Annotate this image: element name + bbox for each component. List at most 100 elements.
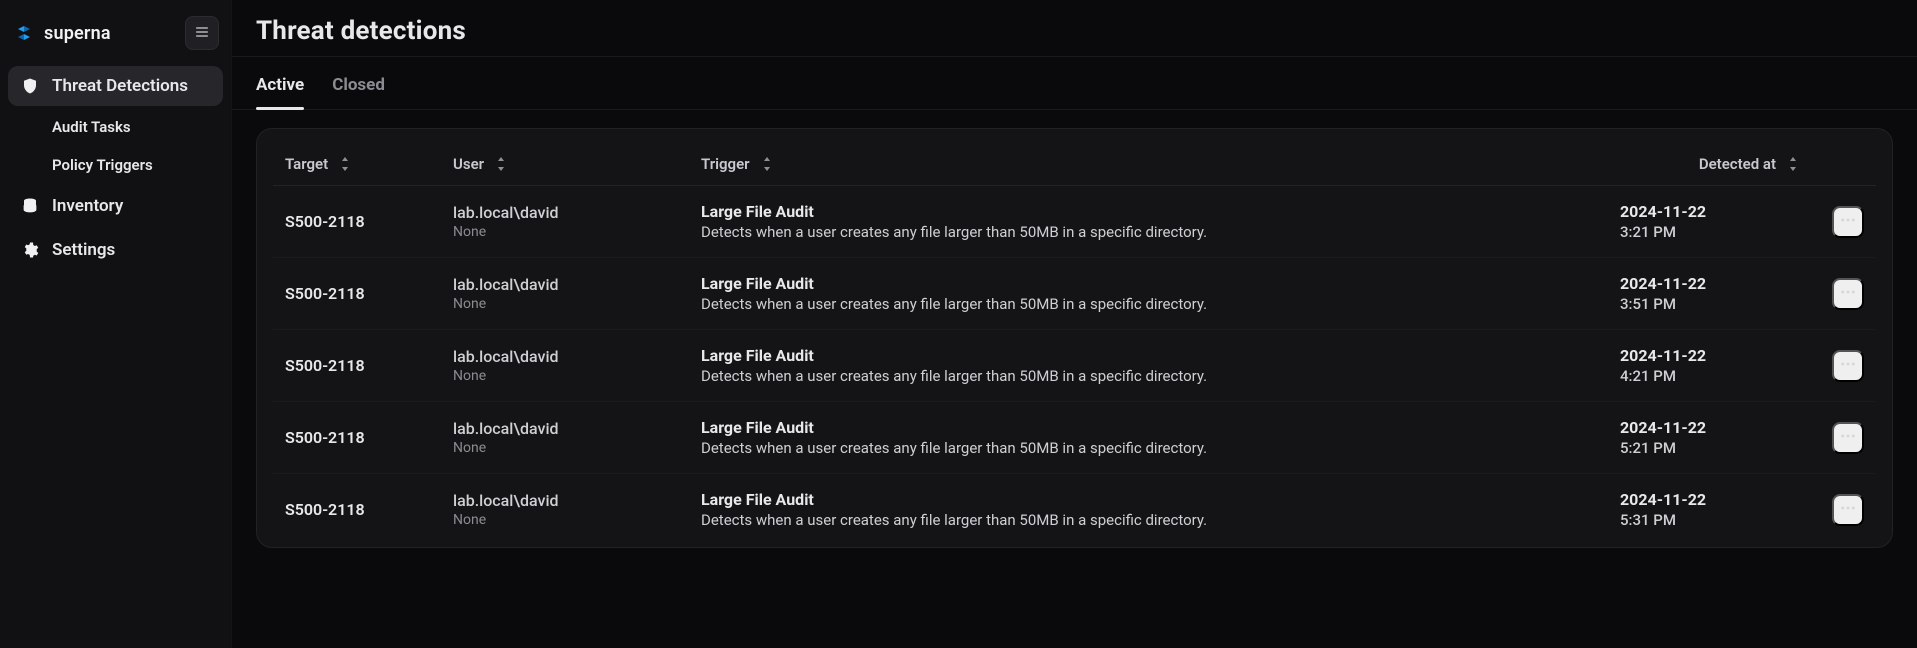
cell-actions [1808, 422, 1864, 454]
gear-icon [20, 240, 40, 260]
detected-date: 2024-11-22 [1620, 346, 1800, 365]
cell-user: lab.local\david None [453, 275, 693, 312]
trigger-title: Large File Audit [701, 274, 1612, 293]
tab-closed[interactable]: Closed [332, 61, 385, 109]
column-label: User [453, 155, 484, 173]
column-target[interactable]: Target [285, 155, 445, 173]
sidebar-item-threat-detections[interactable]: Threat Detections [8, 66, 223, 106]
table-row[interactable]: S500-2118 lab.local\david None Large Fil… [273, 186, 1876, 258]
column-user[interactable]: User [453, 155, 693, 173]
sidebar-item-label: Settings [52, 240, 115, 260]
trigger-title: Large File Audit [701, 202, 1612, 221]
tabs: Active Closed [232, 57, 1917, 110]
cell-target: S500-2118 [285, 428, 445, 447]
menu-icon [194, 24, 210, 43]
row-menu-button[interactable] [1832, 206, 1864, 238]
sort-icon [1786, 157, 1800, 171]
trigger-description: Detects when a user creates any file lar… [701, 367, 1612, 385]
trigger-title: Large File Audit [701, 418, 1612, 437]
cell-user: lab.local\david None [453, 491, 693, 528]
sort-icon [338, 157, 352, 171]
trigger-description: Detects when a user creates any file lar… [701, 295, 1612, 313]
cell-actions [1808, 494, 1864, 526]
sidebar-item-audit-tasks[interactable]: Audit Tasks [8, 110, 223, 144]
cell-user: lab.local\david None [453, 347, 693, 384]
column-detected-at[interactable]: Detected at [1620, 155, 1800, 173]
detected-time: 3:51 PM [1620, 295, 1800, 313]
content: Target User Trigger [232, 110, 1917, 572]
target-value: S500-2118 [285, 356, 365, 375]
cell-target: S500-2118 [285, 500, 445, 519]
row-menu-button[interactable] [1832, 422, 1864, 454]
table-row[interactable]: S500-2118 lab.local\david None Large Fil… [273, 258, 1876, 330]
tab-active[interactable]: Active [256, 61, 304, 109]
user-sub: None [453, 296, 693, 312]
table-body: S500-2118 lab.local\david None Large Fil… [273, 186, 1876, 545]
cell-trigger: Large File Audit Detects when a user cre… [701, 490, 1612, 529]
sidebar-item-settings[interactable]: Settings [8, 230, 223, 270]
dots-icon [1839, 427, 1857, 448]
column-label: Target [285, 155, 328, 173]
trigger-title: Large File Audit [701, 490, 1612, 509]
cell-trigger: Large File Audit Detects when a user cre… [701, 202, 1612, 241]
sort-icon [760, 157, 774, 171]
target-value: S500-2118 [285, 500, 365, 519]
detected-date: 2024-11-22 [1620, 418, 1800, 437]
user-name: lab.local\david [453, 203, 693, 222]
app-root: superna Threat Detections Audit Tasks Po… [0, 0, 1917, 648]
cell-detected-at: 2024-11-22 4:21 PM [1620, 346, 1800, 385]
cell-detected-at: 2024-11-22 3:21 PM [1620, 202, 1800, 241]
cell-actions [1808, 206, 1864, 238]
trigger-description: Detects when a user creates any file lar… [701, 223, 1612, 241]
cell-trigger: Large File Audit Detects when a user cre… [701, 346, 1612, 385]
cell-detected-at: 2024-11-22 5:31 PM [1620, 490, 1800, 529]
sidebar-item-label: Threat Detections [52, 76, 188, 96]
table-row[interactable]: S500-2118 lab.local\david None Large Fil… [273, 330, 1876, 402]
database-icon [20, 196, 40, 216]
main: Threat detections Active Closed Target [232, 0, 1917, 648]
table-row[interactable]: S500-2118 lab.local\david None Large Fil… [273, 474, 1876, 545]
user-name: lab.local\david [453, 275, 693, 294]
row-menu-button[interactable] [1832, 278, 1864, 310]
user-name: lab.local\david [453, 419, 693, 438]
cell-actions [1808, 350, 1864, 382]
cell-user: lab.local\david None [453, 203, 693, 240]
sidebar-item-label: Inventory [52, 196, 123, 216]
row-menu-button[interactable] [1832, 350, 1864, 382]
detected-time: 5:31 PM [1620, 511, 1800, 529]
sidebar: superna Threat Detections Audit Tasks Po… [0, 0, 232, 648]
table-header: Target User Trigger [273, 139, 1876, 186]
shield-icon [20, 76, 40, 96]
sidebar-item-inventory[interactable]: Inventory [8, 186, 223, 226]
brand-mark-icon [12, 21, 36, 45]
cell-actions [1808, 278, 1864, 310]
detected-date: 2024-11-22 [1620, 274, 1800, 293]
sidebar-nav: Threat Detections Audit Tasks Policy Tri… [8, 64, 223, 272]
sidebar-item-policy-triggers[interactable]: Policy Triggers [8, 148, 223, 182]
dots-icon [1839, 283, 1857, 304]
user-sub: None [453, 368, 693, 384]
dots-icon [1839, 499, 1857, 520]
detected-time: 5:21 PM [1620, 439, 1800, 457]
column-label: Trigger [701, 155, 750, 173]
row-menu-button[interactable] [1832, 494, 1864, 526]
trigger-title: Large File Audit [701, 346, 1612, 365]
tab-label: Closed [332, 75, 385, 95]
sidebar-toggle-button[interactable] [185, 16, 219, 50]
cell-target: S500-2118 [285, 356, 445, 375]
detected-time: 4:21 PM [1620, 367, 1800, 385]
trigger-description: Detects when a user creates any file lar… [701, 511, 1612, 529]
dots-icon [1839, 211, 1857, 232]
cell-target: S500-2118 [285, 212, 445, 231]
user-sub: None [453, 224, 693, 240]
table-row[interactable]: S500-2118 lab.local\david None Large Fil… [273, 402, 1876, 474]
sidebar-item-label: Audit Tasks [52, 118, 131, 136]
column-trigger[interactable]: Trigger [701, 155, 1612, 173]
detected-date: 2024-11-22 [1620, 202, 1800, 221]
sort-icon [494, 157, 508, 171]
brand-logo[interactable]: superna [12, 21, 111, 45]
user-name: lab.local\david [453, 347, 693, 366]
cell-trigger: Large File Audit Detects when a user cre… [701, 274, 1612, 313]
user-name: lab.local\david [453, 491, 693, 510]
trigger-description: Detects when a user creates any file lar… [701, 439, 1612, 457]
